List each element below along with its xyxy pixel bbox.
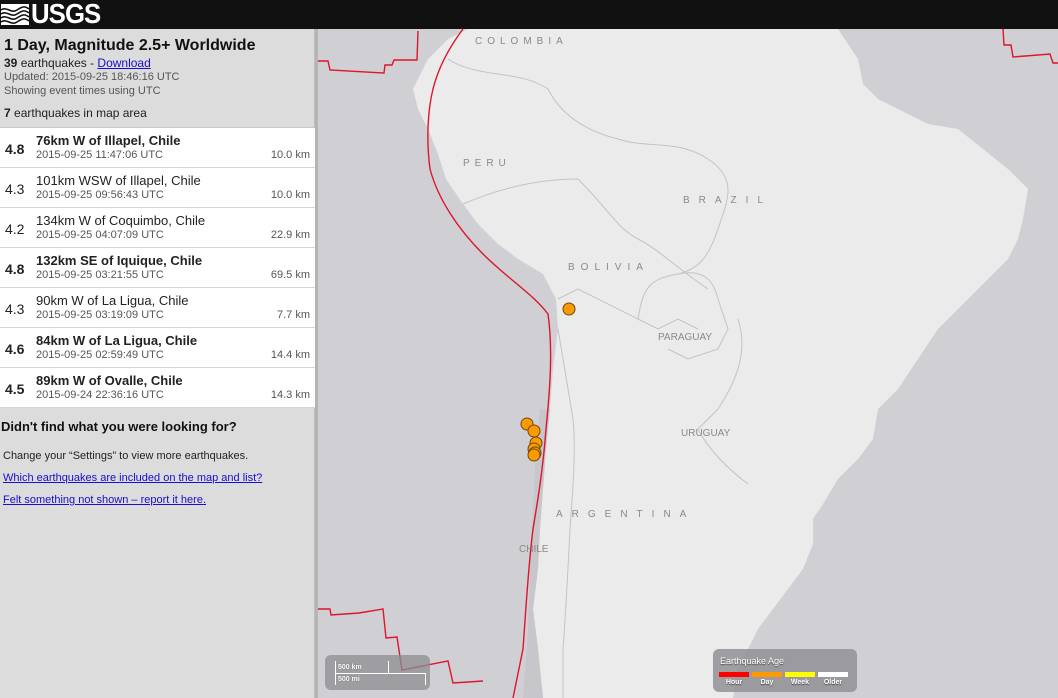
feed-summary: 1 Day, Magnitude 2.5+ Worldwide 39 earth… [0,29,314,120]
usgs-logo[interactable]: USGS [1,0,106,28]
earthquake-list-item[interactable]: 4.8 132km SE of Iquique, Chile 2015-09-25 … [0,248,315,288]
earthquake-magnitude: 4.6 [5,341,25,357]
earthquake-marker[interactable] [562,302,576,316]
legend-swatch-week [785,672,815,677]
earthquake-depth: 14.3 km [270,389,310,401]
earthquake-list-item[interactable]: 4.6 84km W of La Ligua, Chile 2015-09-25 0… [0,328,315,368]
earthquake-list-item[interactable]: 4.3 101km WSW of Illapel, Chile 2015-09-25… [0,168,315,208]
legend-label-hour: Hour [725,679,743,686]
scale-km-tick [388,661,389,673]
earthquake-markers [520,302,576,462]
legend-label-older: Older [823,679,843,686]
earthquake-depth: 14.4 km [270,349,310,361]
map[interactable]: COLOMBIA PERU BRAZIL BOLIVIA PARAGUAY UR… [318,29,1058,698]
download-link[interactable]: Download [97,56,150,70]
earthquake-place: 101km WSW of Illapel, Chile [36,173,201,188]
earthquake-depth: 10.0 km [270,149,310,161]
earthquake-list-item[interactable]: 4.3 90km W of La Ligua, Chile 2015-09-25 0… [0,288,315,328]
earthquake-place: 134km W of Coquimbo, Chile [36,213,206,228]
help-section: Didn't find what you were looking for? C… [0,419,315,506]
included-earthquakes-link[interactable]: Which earthquakes are included on the ma… [3,472,315,484]
usgs-logo-text: USGS [31,0,101,29]
earthquake-place: 89km W of Ovalle, Chile [36,373,183,388]
scale-mi-tick [425,673,426,685]
legend-swatch-older [818,672,848,677]
usgs-wave-icon [1,4,30,25]
earthquake-magnitude: 4.2 [5,221,25,237]
earthquake-magnitude: 4.8 [5,261,25,277]
help-heading: Didn't find what you were looking for? [1,419,237,434]
earthquake-age-legend: Earthquake Age Hour Day Week Older [713,649,857,692]
scale-mi-label: 500 mi [338,676,360,683]
earthquake-marker[interactable] [527,424,541,438]
timezone-note: Showing event times using UTC [4,85,161,97]
legend-swatch-hour [719,672,749,677]
earthquake-list: 4.8 76km W of Illapel, Chile 2015-09-25 11… [0,127,315,408]
earthquake-count: 39 earthquakes - Download [4,56,310,70]
earthquake-place: 84km W of La Ligua, Chile [36,333,198,348]
legend-title: Earthquake Age [720,656,785,666]
in-map-count-suffix: earthquakes in map area [10,106,147,120]
earthquake-list-item[interactable]: 4.5 89km W of Ovalle, Chile 2015-09-24 22:… [0,368,315,408]
earthquake-time: 2015-09-25 09:56:43 UTC [36,189,164,201]
scale-km-label: 500 km [338,664,362,671]
earthquake-count-suffix: earthquakes - [17,56,98,70]
earthquake-count-number: 39 [4,56,18,70]
earthquake-marker[interactable] [527,448,541,462]
earthquake-time: 2015-09-25 04:07:09 UTC [36,229,164,241]
scale-line [335,673,426,674]
legend-swatch-day [752,672,782,677]
sidebar: 1 Day, Magnitude 2.5+ Worldwide 39 earth… [0,29,315,698]
legend-label-day: Day [760,679,774,686]
earthquake-magnitude: 4.3 [5,301,25,317]
earthquake-list-item[interactable]: 4.2 134km W of Coquimbo, Chile 2015-09-25 … [0,208,315,248]
in-map-count-number: 7 [4,106,11,120]
earthquake-place: 132km SE of Iquique, Chile [36,253,203,268]
report-felt-link[interactable]: Felt something not shown – report it her… [3,494,315,506]
header-bar: USGS [0,0,1058,29]
earthquake-depth: 22.9 km [270,229,310,241]
earthquake-time: 2015-09-24 22:36:16 UTC [36,389,164,401]
earthquake-magnitude: 4.3 [5,181,25,197]
earthquake-magnitude: 4.5 [5,381,25,397]
scale-bar: 500 km 500 mi [325,655,430,690]
earthquake-time: 2015-09-25 11:47:06 UTC [36,149,163,161]
earthquake-time: 2015-09-25 03:19:09 UTC [36,309,164,321]
earthquake-time: 2015-09-25 03:21:55 UTC [36,269,164,281]
legend-label-week: Week [790,679,810,686]
earthquake-list-item[interactable]: 4.8 76km W of Illapel, Chile 2015-09-25 11… [0,128,315,168]
feed-title: 1 Day, Magnitude 2.5+ Worldwide [4,37,256,54]
updated-time: Updated: 2015-09-25 18:46:16 UTC [4,71,180,83]
earthquake-magnitude: 4.8 [5,141,25,157]
earthquake-depth: 69.5 km [270,269,310,281]
earthquake-place: 90km W of La Ligua, Chile [36,293,189,308]
earthquake-depth: 10.0 km [270,189,310,201]
earthquake-place: 76km W of Illapel, Chile [36,133,181,148]
earthquake-depth: 7.7 km [276,309,310,321]
in-map-count: 7 earthquakes in map area [4,106,310,120]
settings-note: Change your “Settings” to view more eart… [3,450,249,462]
earthquake-time: 2015-09-25 02:59:49 UTC [36,349,164,361]
